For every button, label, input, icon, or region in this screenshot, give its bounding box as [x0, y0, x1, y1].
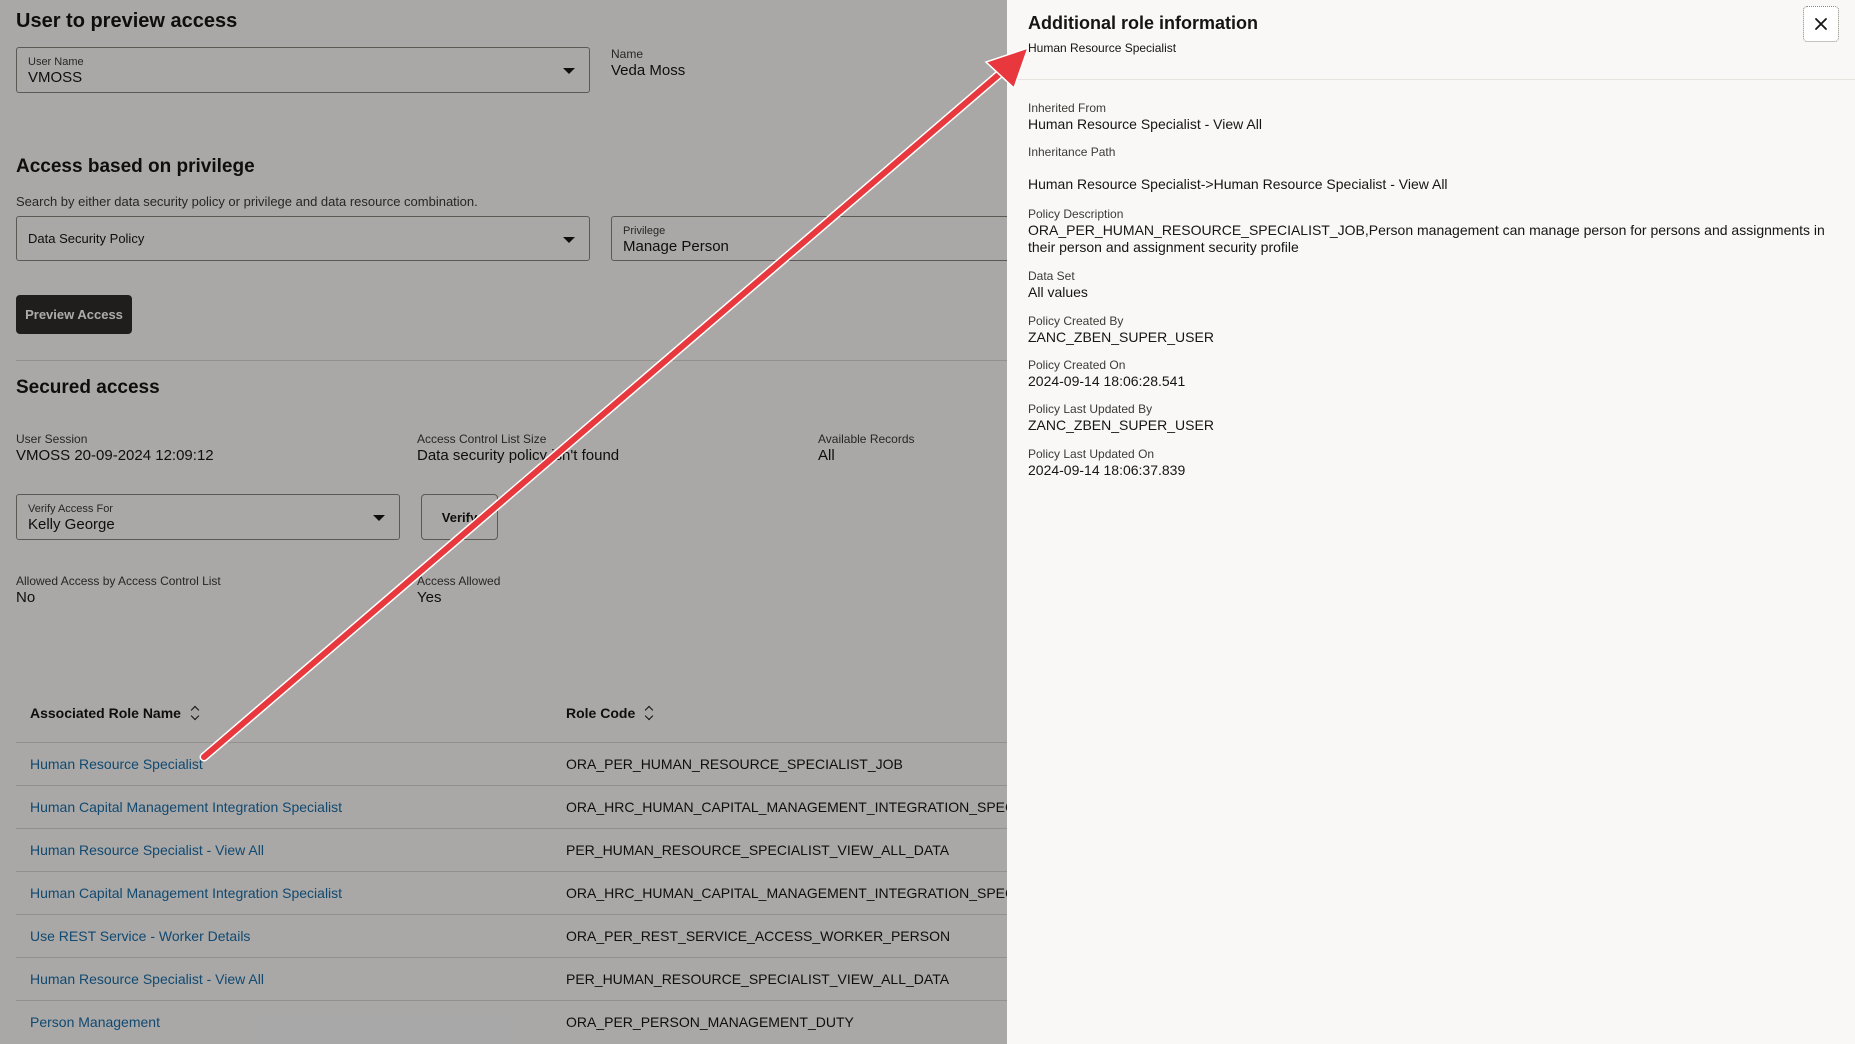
inherited-from-label: Inherited From [1028, 101, 1107, 115]
policy-updated-on-value: 2024-09-14 18:06:37.839 [1028, 462, 1186, 478]
drawer-divider [1007, 79, 1855, 80]
policy-updated-by-value: ZANC_ZBEN_SUPER_USER [1028, 417, 1214, 433]
inherited-from-field: Inherited From Human Resource Specialist… [1028, 101, 1828, 133]
inherited-from-value: Human Resource Specialist - View All [1028, 116, 1262, 132]
inheritance-path-label: Inheritance Path [1028, 145, 1116, 159]
drawer-subtitle: Human Resource Specialist [1028, 41, 1177, 55]
inheritance-path-value: Human Resource Specialist->Human Resourc… [1028, 176, 1448, 192]
policy-updated-by-label: Policy Last Updated By [1028, 402, 1153, 416]
additional-role-info-drawer: Additional role information Human Resour… [1007, 0, 1855, 1044]
close-button[interactable] [1803, 6, 1839, 42]
modal-backdrop[interactable] [0, 0, 1007, 1044]
policy-created-by-field: Policy Created By ZANC_ZBEN_SUPER_USER [1028, 314, 1828, 346]
policy-description-label: Policy Description [1028, 207, 1124, 221]
drawer-title: Additional role information [1028, 13, 1258, 33]
data-set-value: All values [1028, 284, 1088, 300]
policy-updated-on-label: Policy Last Updated On [1028, 447, 1155, 461]
policy-updated-by-field: Policy Last Updated By ZANC_ZBEN_SUPER_U… [1028, 402, 1828, 434]
policy-updated-on-field: Policy Last Updated On 2024-09-14 18:06:… [1028, 447, 1828, 479]
data-set-label: Data Set [1028, 269, 1075, 283]
data-set-field: Data Set All values [1028, 269, 1828, 301]
close-icon [1815, 18, 1827, 30]
policy-created-on-label: Policy Created On [1028, 358, 1126, 372]
policy-description-value: ORA_PER_HUMAN_RESOURCE_SPECIALIST_JOB,Pe… [1028, 222, 1825, 255]
policy-description-field: Policy Description ORA_PER_HUMAN_RESOURC… [1028, 207, 1828, 256]
policy-created-on-field: Policy Created On 2024-09-14 18:06:28.54… [1028, 358, 1828, 390]
main-page: User to preview access User Name VMOSS N… [0, 0, 1007, 1044]
policy-created-by-value: ZANC_ZBEN_SUPER_USER [1028, 329, 1214, 345]
policy-created-by-label: Policy Created By [1028, 314, 1124, 328]
inheritance-path-field: Inheritance Path Human Resource Speciali… [1028, 145, 1828, 193]
policy-created-on-value: 2024-09-14 18:06:28.541 [1028, 373, 1186, 389]
